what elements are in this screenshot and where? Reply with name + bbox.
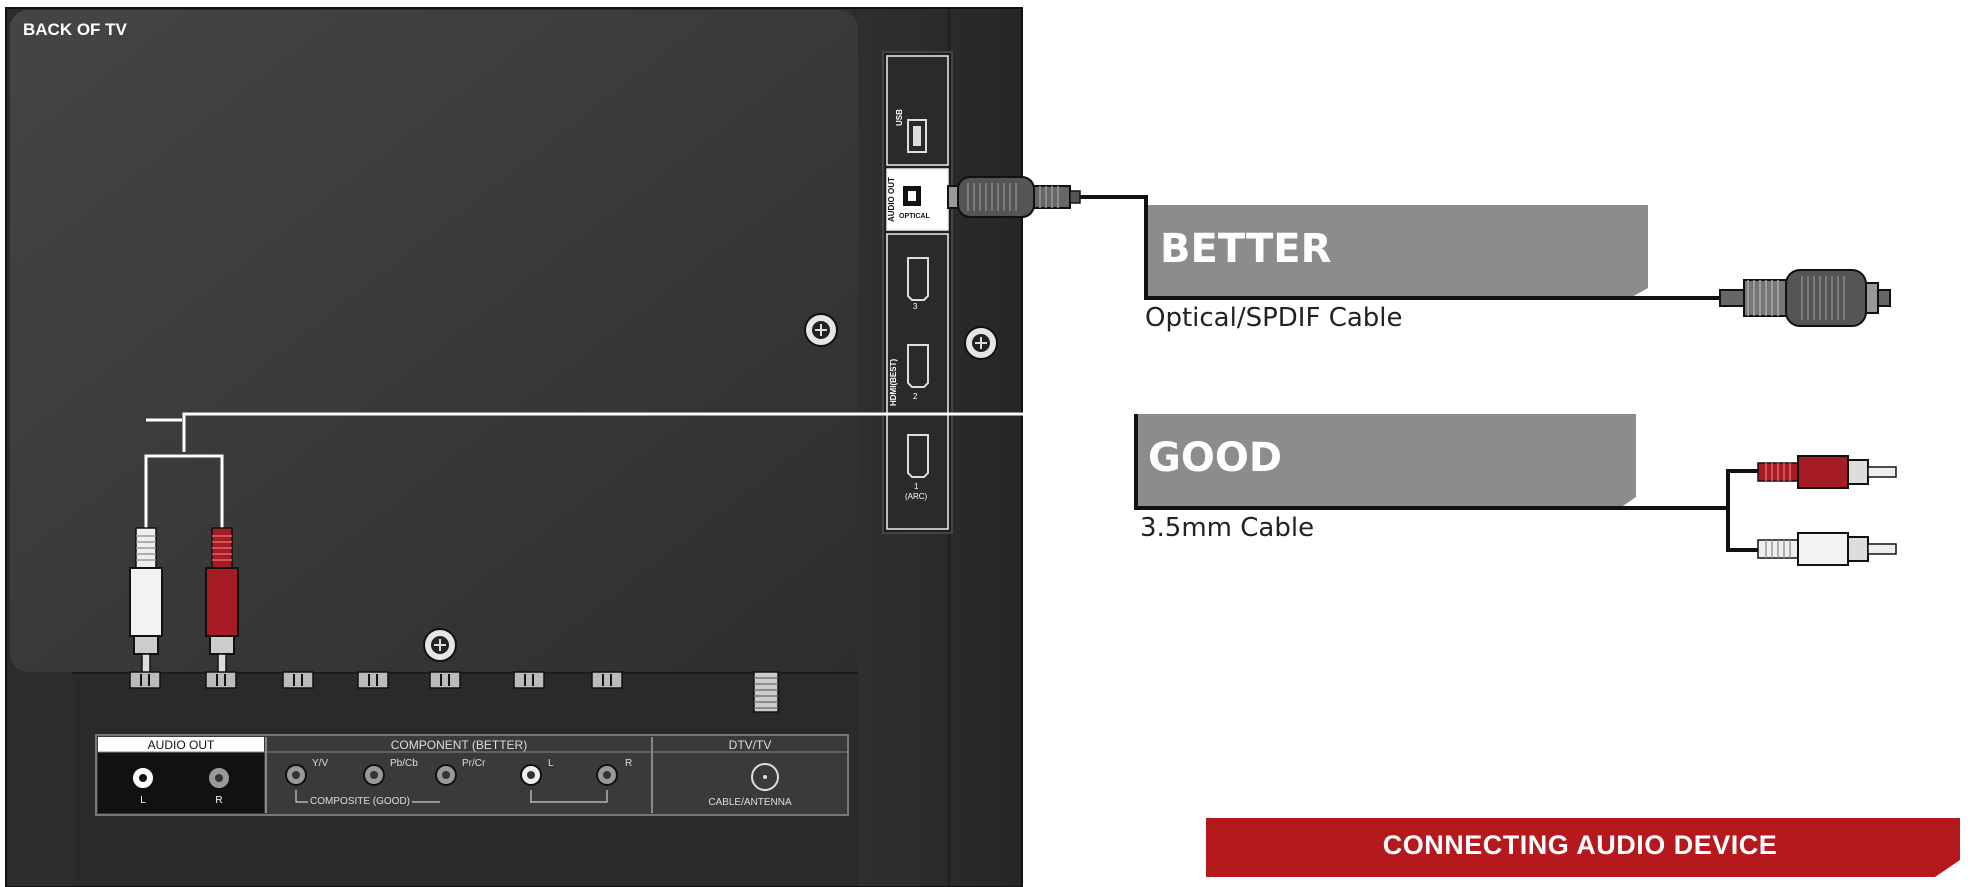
component-l-label: L xyxy=(548,758,554,769)
screw-icon xyxy=(964,326,998,360)
hdmi3-label: 3 xyxy=(913,302,918,311)
coax-connector-icon xyxy=(753,671,779,713)
composite-label: COMPOSITE (GOOD) xyxy=(308,796,412,807)
usb-label: USB xyxy=(895,109,904,126)
audio-l-label: L xyxy=(140,795,146,806)
optical-plug-icon xyxy=(1719,269,1891,327)
rca-plug-red-icon xyxy=(1757,455,1897,489)
diagram-graphic xyxy=(5,7,1960,887)
banner-title: CONNECTING AUDIO DEVICE xyxy=(1382,830,1778,860)
hdmi2-label: 2 xyxy=(913,392,918,401)
audio-out-title: AUDIO OUT xyxy=(147,738,215,752)
optical-label: OPTICAL xyxy=(899,213,930,220)
audio-r-label: R xyxy=(215,795,223,806)
pb-cb-label: Pb/Cb xyxy=(390,758,418,769)
screw-icon xyxy=(423,628,457,662)
pr-cr-label: Pr/Cr xyxy=(462,758,486,769)
good-heading: GOOD xyxy=(1148,435,1283,481)
hdmi1-arc-label: (ARC) xyxy=(905,492,928,501)
audio-out-side-label: AUDIO OUT xyxy=(887,177,896,222)
back-of-tv-label: BACK OF TV xyxy=(23,20,127,39)
hdmi1-label: 1 xyxy=(914,482,919,491)
dtv-title: DTV/TV xyxy=(728,738,772,752)
component-r-label: R xyxy=(625,758,633,769)
component-title: COMPONENT (BETTER) xyxy=(390,738,528,752)
hdmi-group-label: HDMI(BEST) xyxy=(889,358,898,406)
better-heading: BETTER xyxy=(1160,226,1332,272)
better-cable-label: Optical/SPDIF Cable xyxy=(1145,303,1403,333)
cable-antenna-label: CABLE/ANTENNA xyxy=(708,797,792,808)
rca-plug-white-icon xyxy=(1757,532,1897,566)
diagram-stage: BACK OF TV USB AUDIO OUT OPTICAL HDMI(BE… xyxy=(0,0,1979,887)
y-v-label: Y/V xyxy=(312,758,329,769)
optical-plug-icon xyxy=(947,176,1081,218)
screw-icon xyxy=(804,313,838,347)
good-cable-label: 3.5mm Cable xyxy=(1140,513,1315,543)
